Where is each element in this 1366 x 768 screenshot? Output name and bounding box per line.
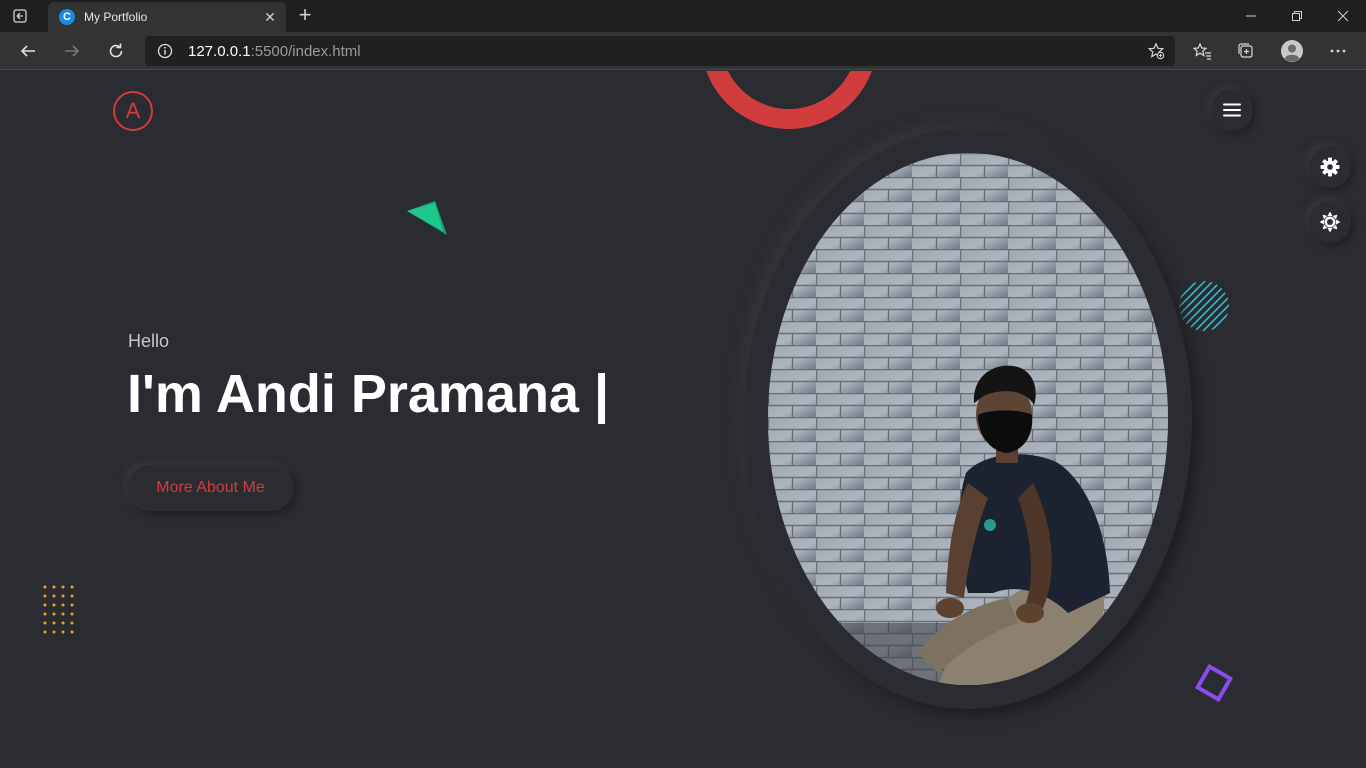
close-window-icon[interactable]	[1320, 0, 1366, 32]
url-host: 127.0.0.1	[188, 43, 251, 60]
portfolio-page: A Hello I'm Andi Pramana | More About Me	[0, 71, 1366, 768]
back-icon[interactable]	[13, 36, 43, 66]
site-info-icon[interactable]	[157, 43, 173, 64]
tab-actions-icon[interactable]	[8, 6, 32, 26]
site-logo[interactable]: A	[113, 91, 153, 131]
restore-icon[interactable]	[1274, 0, 1320, 32]
decorative-green-triangle	[405, 199, 449, 242]
browser-tab-bar: C My Portfolio ✕ +	[0, 0, 1366, 32]
settings-button[interactable]	[1309, 146, 1351, 188]
browser-toolbar: 127.0.0.1:5500/index.html	[0, 32, 1366, 70]
reload-icon[interactable]	[101, 36, 131, 66]
new-tab-icon[interactable]: +	[294, 4, 316, 27]
browser-tab[interactable]: C My Portfolio ✕	[48, 2, 286, 32]
address-bar[interactable]: 127.0.0.1:5500/index.html	[145, 36, 1175, 66]
more-about-me-button[interactable]: More About Me	[127, 465, 294, 511]
sun-icon	[1319, 211, 1341, 233]
tab-title: My Portfolio	[84, 10, 148, 24]
add-favorite-icon[interactable]	[1147, 42, 1165, 65]
decorative-red-ring	[699, 71, 879, 138]
hero-greeting: Hello	[128, 331, 170, 351]
hero-headline: I'm Andi Pramana |	[127, 364, 610, 424]
theme-toggle-button[interactable]	[1309, 201, 1351, 243]
favicon-icon: C	[59, 9, 75, 25]
profile-avatar-icon[interactable]	[1277, 36, 1307, 66]
collections-icon[interactable]	[1231, 36, 1261, 66]
close-tab-icon[interactable]: ✕	[260, 7, 280, 27]
decorative-hatched-circle	[1178, 280, 1230, 337]
decorative-purple-square	[1192, 661, 1236, 710]
url-path: :5500/index.html	[250, 43, 361, 60]
gear-icon	[1320, 157, 1340, 177]
decorative-dot-grid	[42, 584, 82, 641]
url-text[interactable]: 127.0.0.1:5500/index.html	[188, 43, 361, 60]
forward-icon[interactable]	[57, 36, 87, 66]
hamburger-icon	[1223, 103, 1241, 117]
hamburger-menu-button[interactable]	[1211, 89, 1253, 131]
profile-photo	[768, 153, 1168, 685]
more-options-icon[interactable]	[1323, 36, 1353, 66]
minimize-icon[interactable]	[1228, 0, 1274, 32]
favorites-icon[interactable]	[1187, 36, 1217, 66]
